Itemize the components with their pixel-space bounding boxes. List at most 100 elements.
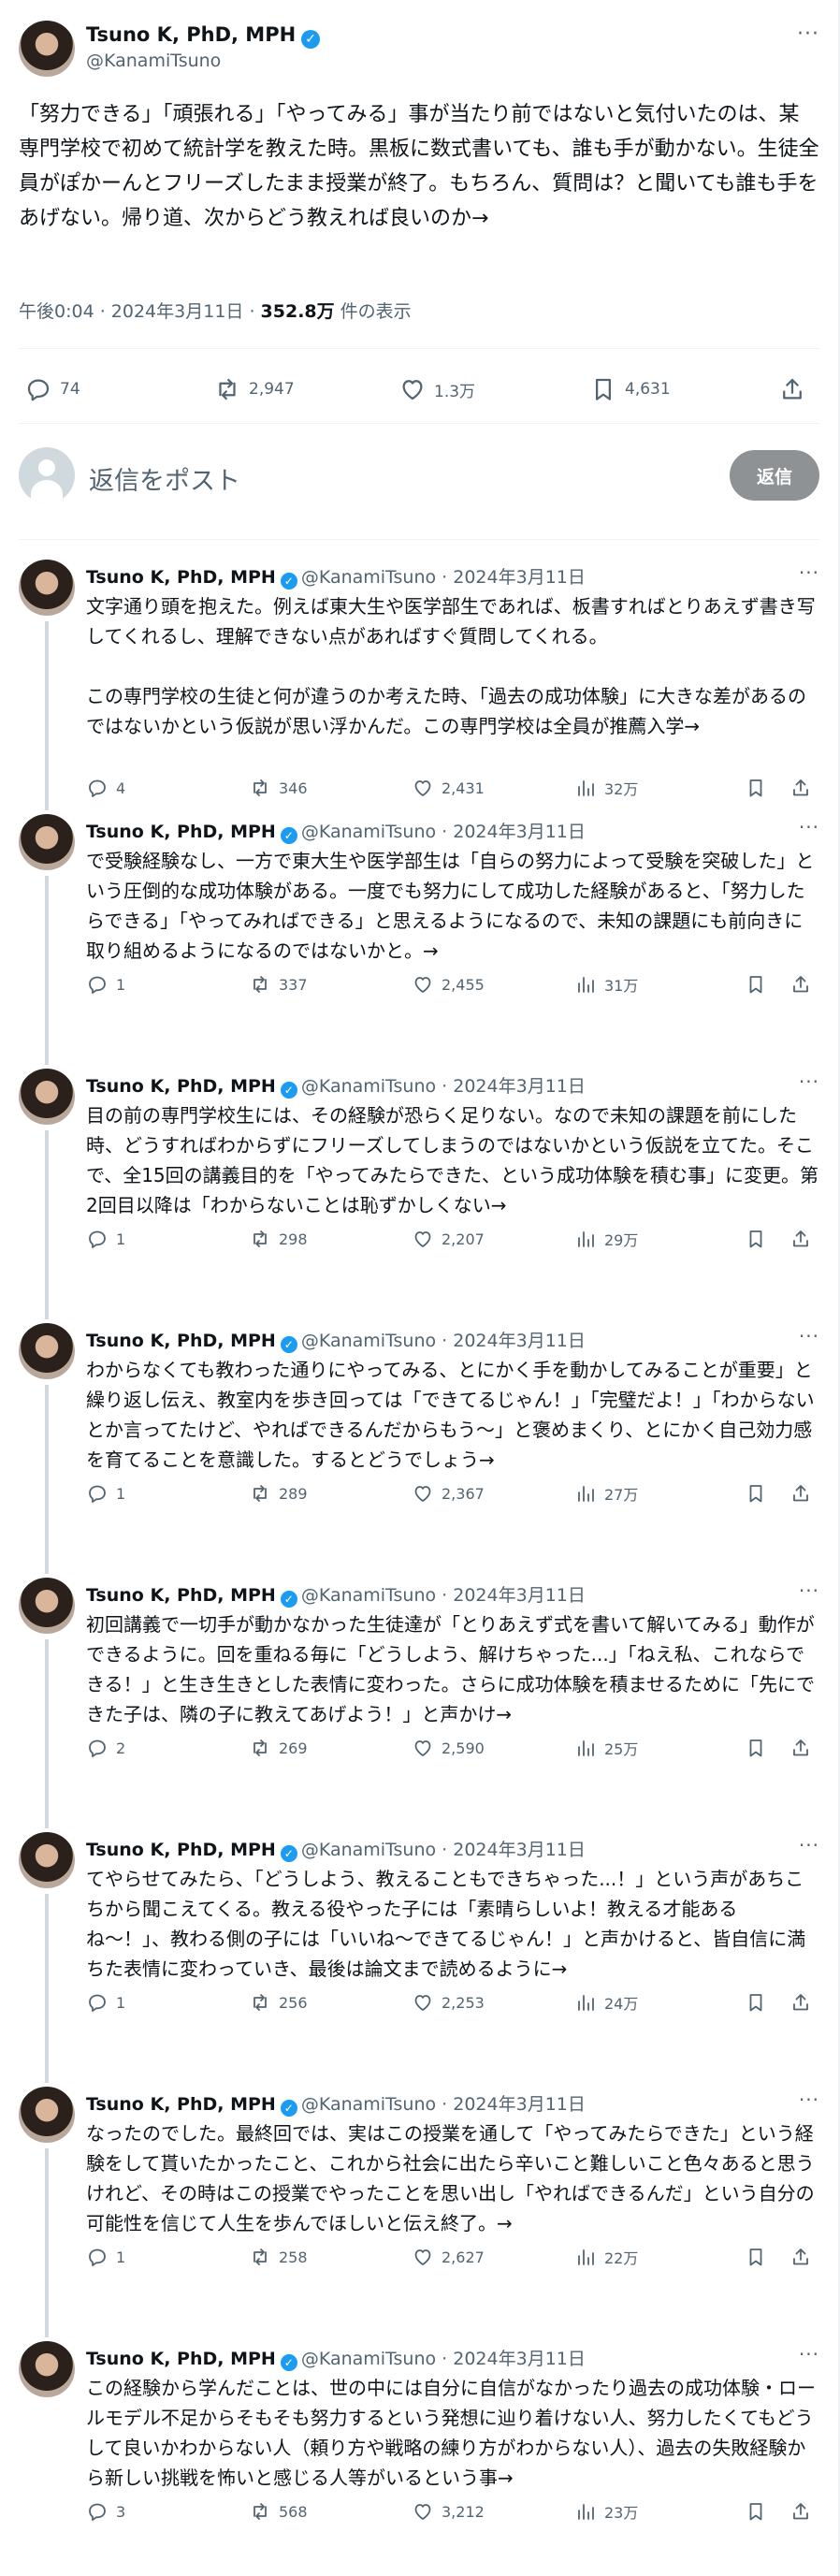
- author-name[interactable]: Tsuno K, PhD, MPH: [86, 1331, 276, 1351]
- reply-submit-button[interactable]: 返信: [730, 450, 819, 501]
- views-button[interactable]: 27万: [574, 1478, 638, 1508]
- author-handle[interactable]: @KanamiTsuno: [301, 2349, 436, 2369]
- more-options-icon[interactable]: ···: [799, 1070, 819, 1093]
- author-handle[interactable]: @KanamiTsuno: [301, 1076, 436, 1097]
- reply-button[interactable]: 1: [86, 1987, 125, 2017]
- avatar[interactable]: [19, 814, 75, 870]
- author-handle[interactable]: @KanamiTsuno: [86, 51, 221, 71]
- post-date[interactable]: 2024年3月11日: [453, 1585, 586, 1606]
- share-button[interactable]: [789, 1987, 819, 2017]
- repost-button[interactable]: 256: [249, 1987, 308, 2017]
- author-handle[interactable]: @KanamiTsuno: [301, 1840, 436, 1860]
- post-date[interactable]: 2024年3月11日: [453, 1331, 586, 1351]
- reply-post[interactable]: Tsuno K, PhD, MPH ✓ @KanamiTsuno · 2024年3月…: [0, 1559, 838, 1828]
- reply-button[interactable]: 3: [86, 2496, 125, 2526]
- more-options-icon[interactable]: ···: [799, 816, 819, 838]
- post-date[interactable]: 2024年3月11日: [453, 822, 586, 842]
- author-name[interactable]: Tsuno K, PhD, MPH: [86, 1076, 276, 1097]
- share-button[interactable]: [789, 1224, 819, 1254]
- avatar[interactable]: [19, 2341, 75, 2397]
- reply-button[interactable]: 1: [86, 969, 125, 999]
- avatar[interactable]: [19, 21, 75, 77]
- author-handle[interactable]: @KanamiTsuno: [301, 2094, 436, 2115]
- bookmark-button[interactable]: [745, 1478, 775, 1508]
- repost-button[interactable]: 298: [249, 1224, 308, 1254]
- avatar[interactable]: [19, 1832, 75, 1888]
- bookmark-button[interactable]: [745, 2496, 775, 2526]
- post-date[interactable]: 2024年3月11日: [453, 567, 586, 588]
- reply-post[interactable]: Tsuno K, PhD, MPH ✓ @KanamiTsuno · 2024年3月…: [0, 2322, 838, 2576]
- like-button[interactable]: 2,590: [412, 1733, 485, 1763]
- views-button[interactable]: 31万: [574, 969, 638, 999]
- reply-post[interactable]: Tsuno K, PhD, MPH ✓ @KanamiTsuno · 2024年3月…: [0, 1050, 838, 1319]
- bookmark-button[interactable]: 4,631: [589, 371, 671, 408]
- more-options-icon[interactable]: ···: [797, 22, 819, 46]
- reply-post[interactable]: Tsuno K, PhD, MPH ✓ @KanamiTsuno · 2024年3月…: [0, 795, 838, 1065]
- share-button[interactable]: [789, 2496, 819, 2526]
- bookmark-button[interactable]: [745, 1733, 775, 1763]
- bookmark-button[interactable]: [745, 2242, 775, 2272]
- author-name[interactable]: Tsuno K, PhD, MPH: [86, 2094, 276, 2115]
- repost-button[interactable]: 2,947: [213, 371, 295, 408]
- views-button[interactable]: 24万: [574, 1987, 638, 2017]
- repost-button[interactable]: 269: [249, 1733, 308, 1763]
- views-button[interactable]: 25万: [574, 1733, 638, 1763]
- reply-input[interactable]: 返信をポスト: [89, 460, 240, 497]
- reply-post[interactable]: Tsuno K, PhD, MPH ✓ @KanamiTsuno · 2024年3月…: [0, 1813, 838, 2083]
- views-button[interactable]: 23万: [574, 2496, 638, 2526]
- more-options-icon[interactable]: ···: [799, 1834, 819, 1856]
- repost-button[interactable]: 568: [249, 2496, 308, 2526]
- like-button[interactable]: 2,253: [412, 1987, 485, 2017]
- share-button[interactable]: [789, 1733, 819, 1763]
- more-options-icon[interactable]: ···: [799, 2343, 819, 2365]
- share-button[interactable]: [789, 1478, 819, 1508]
- post-date[interactable]: 2024年3月11日: [453, 2349, 586, 2369]
- post-date[interactable]: 2024年3月11日: [453, 2094, 586, 2115]
- reply-button[interactable]: 1: [86, 1478, 125, 1508]
- bookmark-button[interactable]: [745, 1987, 775, 2017]
- share-button[interactable]: [789, 969, 819, 999]
- author-name[interactable]: Tsuno K, PhD, MPH: [86, 822, 276, 842]
- author-handle[interactable]: @KanamiTsuno: [301, 567, 436, 588]
- reply-button[interactable]: 1: [86, 2242, 125, 2272]
- post-date[interactable]: 2024年3月11日: [453, 1076, 586, 1097]
- author-handle[interactable]: @KanamiTsuno: [301, 1585, 436, 1606]
- reply-post[interactable]: Tsuno K, PhD, MPH ✓ @KanamiTsuno · 2024年3月…: [0, 2068, 838, 2337]
- more-options-icon[interactable]: ···: [799, 1325, 819, 1347]
- reply-post[interactable]: Tsuno K, PhD, MPH ✓ @KanamiTsuno · 2024年3月…: [0, 541, 838, 810]
- like-button[interactable]: 1.3万: [398, 371, 475, 408]
- reply-button[interactable]: 2: [86, 1733, 125, 1763]
- views-button[interactable]: 29万: [574, 1224, 638, 1254]
- avatar[interactable]: [19, 2087, 75, 2143]
- avatar[interactable]: [19, 1578, 75, 1634]
- more-options-icon[interactable]: ···: [799, 561, 819, 584]
- repost-button[interactable]: 258: [249, 2242, 308, 2272]
- author-handle[interactable]: @KanamiTsuno: [301, 1331, 436, 1351]
- views-button[interactable]: 22万: [574, 2242, 638, 2272]
- reply-post[interactable]: Tsuno K, PhD, MPH ✓ @KanamiTsuno · 2024年3月…: [0, 1304, 838, 1574]
- like-button[interactable]: 2,455: [412, 969, 485, 999]
- post-timestamp[interactable]: 午後0:04 · 2024年3月11日 ·: [19, 301, 261, 322]
- author-name-text[interactable]: Tsuno K, PhD, MPH: [86, 23, 296, 46]
- reply-button[interactable]: 74: [24, 371, 80, 408]
- avatar[interactable]: [19, 1069, 75, 1125]
- repost-button[interactable]: 289: [249, 1478, 308, 1508]
- like-button[interactable]: 3,212: [412, 2496, 485, 2526]
- author-name[interactable]: Tsuno K, PhD, MPH: [86, 567, 276, 588]
- share-button[interactable]: [778, 371, 814, 408]
- author-handle[interactable]: @KanamiTsuno: [301, 822, 436, 842]
- like-button[interactable]: 2,367: [412, 1478, 485, 1508]
- bookmark-button[interactable]: [745, 969, 775, 999]
- share-button[interactable]: [789, 2242, 819, 2272]
- repost-button[interactable]: 337: [249, 969, 308, 999]
- author-name[interactable]: Tsuno K, PhD, MPH: [86, 1840, 276, 1860]
- reply-button[interactable]: 1: [86, 1224, 125, 1254]
- post-date[interactable]: 2024年3月11日: [453, 1840, 586, 1860]
- author-name[interactable]: Tsuno K, PhD, MPH: [86, 1585, 276, 1606]
- more-options-icon[interactable]: ···: [799, 2088, 819, 2111]
- more-options-icon[interactable]: ···: [799, 1579, 819, 1602]
- bookmark-button[interactable]: [745, 1224, 775, 1254]
- author-name[interactable]: Tsuno K, PhD, MPH: [86, 2349, 276, 2369]
- avatar[interactable]: [19, 1323, 75, 1379]
- like-button[interactable]: 2,627: [412, 2242, 485, 2272]
